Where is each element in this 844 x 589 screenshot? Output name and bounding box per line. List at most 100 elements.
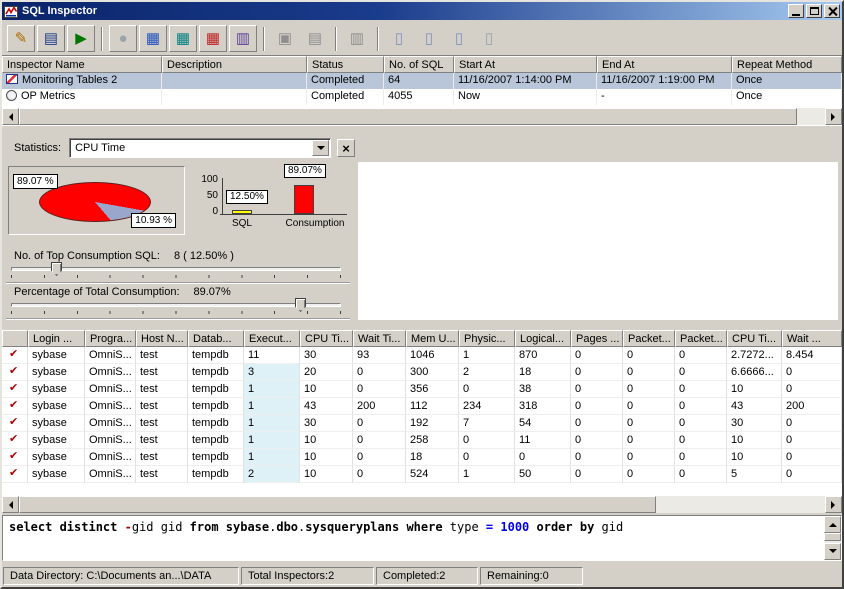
cell: 0 (459, 432, 515, 449)
check-icon[interactable]: ✔ (2, 398, 28, 415)
top-sql-slider[interactable] (6, 262, 346, 278)
check-icon[interactable]: ✔ (2, 432, 28, 449)
cell: 0 (623, 466, 675, 483)
up-arrow-icon (829, 519, 837, 527)
column-header-mem-u[interactable]: Mem U... (406, 330, 459, 347)
scroll-thumb[interactable] (19, 496, 656, 513)
column-header-datab[interactable]: Datab... (188, 330, 244, 347)
scroll-right-button[interactable] (825, 496, 842, 513)
right-arrow-icon (831, 113, 839, 121)
sql-report-button[interactable]: ▥ (229, 25, 257, 52)
new-inspector-button[interactable]: ✎ (7, 25, 35, 52)
title-bar[interactable]: SQL Inspector (2, 2, 842, 20)
column-header-status[interactable]: Status (307, 56, 384, 73)
inspector-row[interactable]: OP MetricsCompleted4055Now-Once (2, 89, 842, 105)
check-icon[interactable]: ✔ (2, 347, 28, 364)
consumption-slider[interactable] (6, 298, 346, 314)
scroll-thumb[interactable] (824, 533, 841, 541)
scroll-up-button[interactable] (824, 516, 841, 533)
status-data-directory: Data Directory: C:\Documents an...\DATA (3, 567, 239, 585)
cell: 11 (515, 432, 571, 449)
column-header-login[interactable]: Login ... (28, 330, 85, 347)
check-icon[interactable]: ✔ (2, 364, 28, 381)
cell: 20 (300, 364, 353, 381)
column-header-wait-ti[interactable]: Wait Ti... (353, 330, 406, 347)
sql-editor[interactable]: select distinct -gid gid from sybase.dbo… (3, 516, 824, 560)
cell: 0 (571, 466, 623, 483)
table-row[interactable]: ✔sybaseOmniS...testtempdb113093104618700… (2, 347, 842, 364)
check-icon[interactable]: ✔ (2, 449, 28, 466)
scroll-track[interactable] (19, 496, 825, 513)
maximize-button[interactable] (806, 4, 822, 18)
open-inspector-button[interactable]: ▤ (37, 25, 65, 52)
column-header-cpu-ti[interactable]: CPU Ti... (300, 330, 353, 347)
statistics-combobox[interactable]: CPU Time (69, 138, 331, 158)
cell: 192 (406, 415, 459, 432)
column-header-wait[interactable]: Wait ... (782, 330, 842, 347)
scroll-right-button[interactable] (825, 108, 842, 125)
cell: 38 (515, 381, 571, 398)
add-grid-icon: ▦ (146, 31, 160, 46)
table-row[interactable]: ✔sybaseOmniS...testtempdb11001800000100 (2, 449, 842, 466)
column-header-checked[interactable] (2, 330, 28, 347)
scroll-left-button[interactable] (2, 496, 19, 513)
table-row[interactable]: ✔sybaseOmniS...testtempdb143200112234318… (2, 398, 842, 415)
column-header-host-n[interactable]: Host N... (136, 330, 188, 347)
sql-grid-hscrollbar[interactable] (2, 496, 842, 513)
cell: 30 (300, 415, 353, 432)
column-header-packet[interactable]: Packet... (675, 330, 727, 347)
table-row[interactable]: ✔sybaseOmniS...testtempdb210052415000050 (2, 466, 842, 483)
table-row[interactable]: ✔sybaseOmniS...testtempdb130019275400030… (2, 415, 842, 432)
close-statistics-button[interactable]: × (337, 139, 355, 157)
table-row[interactable]: ✔sybaseOmniS...testtempdb32003002180006.… (2, 364, 842, 381)
minimize-button[interactable] (788, 4, 804, 18)
abort-button[interactable]: ● (109, 25, 137, 52)
table-row[interactable]: ✔sybaseOmniS...testtempdb110025801100010… (2, 432, 842, 449)
close-button[interactable] (824, 4, 840, 18)
add-sql-button[interactable]: ▦ (139, 25, 167, 52)
column-header-physic[interactable]: Physic... (459, 330, 515, 347)
cell: OmniS... (85, 415, 136, 432)
combobox-dropdown-button[interactable] (312, 140, 329, 156)
column-header-inspector-name[interactable]: Inspector Name (2, 56, 162, 73)
check-icon[interactable]: ✔ (2, 381, 28, 398)
inspector-row[interactable]: Monitoring Tables 2Completed6411/16/2007… (2, 73, 842, 89)
slider-thumb[interactable] (51, 262, 62, 276)
cell: 10 (300, 381, 353, 398)
column-header-execut[interactable]: Execut... (244, 330, 300, 347)
separator (6, 318, 350, 320)
metrics-icon (6, 90, 17, 101)
inspector-list-header: Inspector NameDescriptionStatusNo. of SQ… (2, 56, 842, 73)
cell: 1 (244, 432, 300, 449)
column-header-progra[interactable]: Progra... (85, 330, 136, 347)
column-header-pages[interactable]: Pages ... (571, 330, 623, 347)
column-header-no-of-sql[interactable]: No. of SQL (384, 56, 454, 73)
column-header-packet[interactable]: Packet... (623, 330, 675, 347)
column-header-repeat-method[interactable]: Repeat Method (732, 56, 842, 73)
check-icon[interactable]: ✔ (2, 415, 28, 432)
table-row[interactable]: ✔sybaseOmniS...testtempdb110035603800010… (2, 381, 842, 398)
column-header-description[interactable]: Description (162, 56, 307, 73)
column-header-cpu-ti[interactable]: CPU Ti... (727, 330, 782, 347)
sql-grid-button[interactable]: ▦ (169, 25, 197, 52)
check-icon[interactable]: ✔ (2, 466, 28, 483)
slider-track[interactable] (11, 303, 341, 307)
top-sql-label: No. of Top Consumption SQL: (14, 250, 160, 262)
inspector-hscrollbar[interactable] (2, 108, 842, 125)
cell: Completed (307, 73, 384, 89)
scroll-track[interactable] (824, 533, 841, 543)
column-header-end-at[interactable]: End At (597, 56, 732, 73)
inspector-name: OP Metrics (21, 90, 75, 102)
slider-thumb[interactable] (295, 298, 306, 312)
scroll-down-button[interactable] (824, 543, 841, 560)
scroll-left-button[interactable] (2, 108, 19, 125)
sql-editor-panel: select distinct -gid gid from sybase.dbo… (2, 515, 842, 561)
sql-vscrollbar[interactable] (824, 516, 841, 560)
scroll-track[interactable] (19, 108, 825, 125)
copy-page-icon: ▯ (455, 31, 463, 46)
column-header-logical[interactable]: Logical... (515, 330, 571, 347)
sql-chart-button[interactable]: ▦ (199, 25, 227, 52)
column-header-start-at[interactable]: Start At (454, 56, 597, 73)
run-inspector-button[interactable]: ▶ (67, 25, 95, 52)
scroll-thumb[interactable] (19, 108, 797, 125)
